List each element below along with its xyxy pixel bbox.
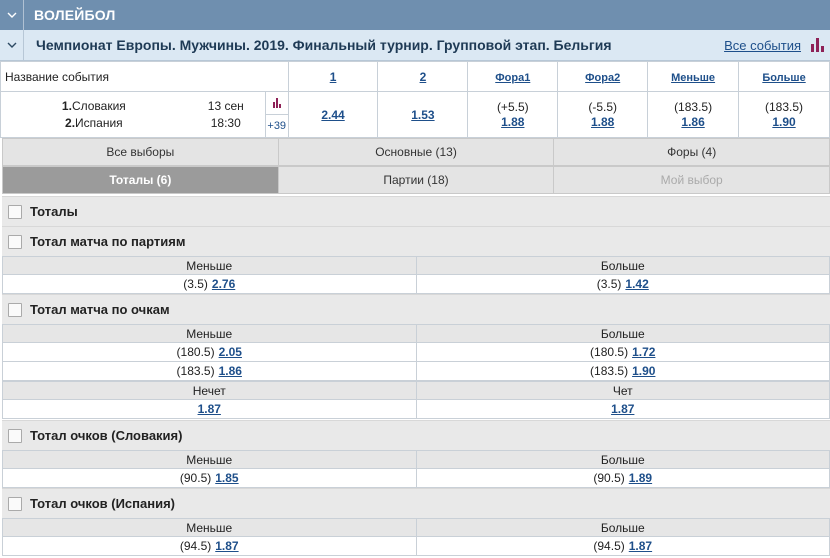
table-row: (90.5) 1.85 (90.5) 1.89 [2,469,830,488]
col-2-header[interactable]: 2 [420,70,427,84]
col-fora2-header[interactable]: Фора2 [585,72,620,84]
odd-over[interactable]: 1.90 [772,115,795,129]
section-sets-total[interactable]: Тотал матча по партиям [2,226,830,256]
col-over-header[interactable]: Больше [762,72,805,84]
tournament-title: Чемпионат Европы. Мужчины. 2019. Финальн… [36,37,612,53]
odd-under[interactable]: 1.86 [681,115,704,129]
sport-header[interactable]: ВОЛЕЙБОЛ [0,0,830,30]
col-fora1-header[interactable]: Фора1 [495,72,530,84]
odd-link[interactable]: 1.42 [625,277,648,291]
team-1-name[interactable]: Словакия [72,99,126,113]
section-totals[interactable]: Тоталы [2,196,830,226]
sport-title: ВОЛЕЙБОЛ [34,7,116,23]
tabs-row-1: Все выборы Основные (13) Форы (4) [2,138,830,166]
tab-all-choices[interactable]: Все выборы [2,138,278,166]
sets-total-grid: Меньше Больше (3.5) 2.76 (3.5) 1.42 [2,256,830,294]
table-row: (3.5) 2.76 (3.5) 1.42 [2,275,830,294]
tab-handicaps[interactable]: Форы (4) [553,138,830,166]
section-checkbox[interactable] [8,234,22,249]
table-row: 1.87 1.87 [2,400,830,419]
section-spain-total[interactable]: Тотал очков (Испания) [2,488,830,518]
section-checkbox[interactable] [8,496,22,511]
section-points-total[interactable]: Тотал матча по очкам [2,294,830,324]
event-name-header: Название события [0,61,289,92]
event-row: 1.Словакия 2.Испания 13 сен 18:30 +39 2.… [0,91,830,138]
section-checkbox[interactable] [8,302,22,317]
odd-link[interactable]: 1.86 [219,364,242,378]
spain-total-grid: Меньше Больше (94.5) 1.87 (94.5) 1.87 [2,518,830,556]
odd-link[interactable]: 2.76 [212,277,235,291]
odd-link[interactable]: 2.05 [219,345,242,359]
section-checkbox[interactable] [8,204,22,219]
tab-totals[interactable]: Тоталы (6) [2,166,278,194]
points-total-grid: Меньше Больше (180.5) 2.05 (180.5) 1.72 (1… [2,324,830,419]
more-markets-link[interactable]: +39 [266,115,288,137]
tabs-row-2: Тоталы (6) Партии (18) Мой выбор [2,166,830,194]
all-events-link[interactable]: Все события [724,38,801,53]
team-2-name[interactable]: Испания [75,116,123,130]
event-date: 13 сен [207,98,244,113]
table-row: (94.5) 1.87 (94.5) 1.87 [2,537,830,556]
odd-link[interactable]: 1.87 [198,402,221,416]
odd-fora1[interactable]: 1.88 [501,115,524,129]
chevron-down-icon[interactable] [0,29,24,61]
table-row: (183.5) 1.86 (183.5) 1.90 [2,362,830,381]
odd-link[interactable]: 1.85 [215,471,238,485]
section-slovakia-total[interactable]: Тотал очков (Словакия) [2,420,830,450]
odd-link[interactable]: 1.89 [629,471,652,485]
col-under-header[interactable]: Меньше [671,72,715,84]
odd-fora2[interactable]: 1.88 [591,115,614,129]
col-1-header[interactable]: 1 [330,70,337,84]
table-row: (180.5) 2.05 (180.5) 1.72 [2,343,830,362]
slovakia-total-grid: Меньше Больше (90.5) 1.85 (90.5) 1.89 [2,450,830,488]
market-table: Название события 1 2 Фора1 Фора2 Меньше … [0,61,830,138]
odd-1[interactable]: 2.44 [321,108,344,122]
event-time: 18:30 [210,115,241,130]
odd-link[interactable]: 1.87 [629,539,652,553]
odd-2[interactable]: 1.53 [411,108,434,122]
odd-link[interactable]: 1.87 [215,539,238,553]
tab-main[interactable]: Основные (13) [277,138,554,166]
tab-my-choice[interactable]: Мой выбор [553,166,830,194]
section-checkbox[interactable] [8,428,22,443]
statistics-icon[interactable] [811,38,824,52]
statistics-icon[interactable] [265,92,288,115]
tournament-header[interactable]: Чемпионат Европы. Мужчины. 2019. Финальн… [0,29,830,61]
odd-link[interactable]: 1.87 [611,402,634,416]
tab-sets[interactable]: Партии (18) [277,166,554,194]
chevron-down-icon[interactable] [0,0,24,30]
odd-link[interactable]: 1.90 [632,364,655,378]
odd-link[interactable]: 1.72 [632,345,655,359]
